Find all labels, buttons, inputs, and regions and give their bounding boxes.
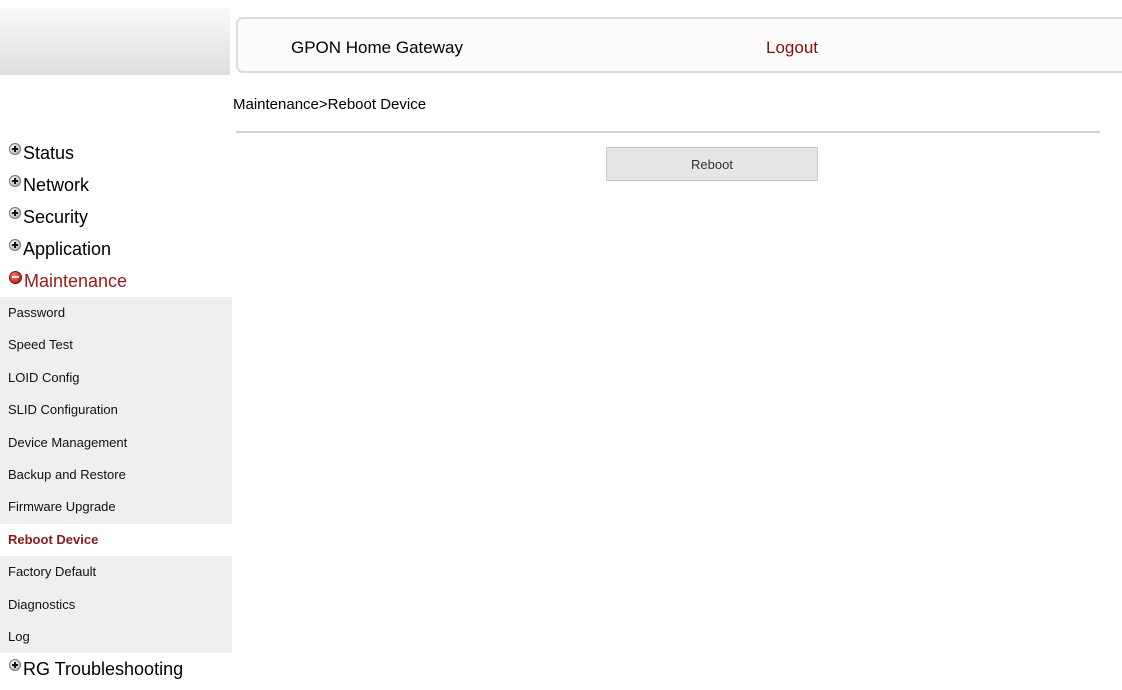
sidebar-item-maintenance[interactable]: Maintenance — [0, 265, 232, 297]
reboot-button[interactable]: Reboot — [606, 147, 818, 181]
submenu-item-speed-test[interactable]: Speed Test — [0, 329, 232, 361]
divider — [236, 131, 1100, 133]
plus-circle-icon — [9, 239, 21, 251]
sidebar-item-status[interactable]: Status — [0, 137, 232, 169]
plus-circle-icon — [9, 175, 21, 187]
logo-area — [0, 8, 230, 75]
header-bar: GPON Home Gateway Logout — [236, 17, 1122, 73]
submenu-item-password[interactable]: Password — [0, 297, 232, 329]
submenu-item-factory-default[interactable]: Factory Default — [0, 556, 232, 588]
plus-circle-icon — [9, 143, 21, 155]
submenu-item-diagnostics[interactable]: Diagnostics — [0, 589, 232, 621]
submenu-item-firmware-upgrade[interactable]: Firmware Upgrade — [0, 491, 232, 523]
sidebar-item-network[interactable]: Network — [0, 169, 232, 201]
sidebar: Status Network Security Application Main… — [0, 137, 232, 685]
sidebar-item-label: RG Troubleshooting — [23, 658, 184, 679]
logout-link[interactable]: Logout — [766, 38, 818, 58]
plus-circle-icon — [9, 659, 21, 672]
submenu-item-slid-configuration[interactable]: SLID Configuration — [0, 394, 232, 426]
submenu-item-reboot-device[interactable]: Reboot Device — [0, 523, 232, 557]
page: GPON Home Gateway Logout Maintenance>Reb… — [0, 0, 1122, 690]
sidebar-item-security[interactable]: Security — [0, 201, 232, 233]
submenu-item-loid-config[interactable]: LOID Config — [0, 362, 232, 394]
app-title: GPON Home Gateway — [291, 38, 463, 57]
breadcrumb: Maintenance>Reboot Device — [233, 96, 427, 113]
plus-circle-icon — [9, 207, 21, 219]
minus-circle-icon — [9, 270, 22, 284]
submenu-item-backup-and-restore[interactable]: Backup and Restore — [0, 459, 232, 491]
maintenance-submenu: Password Speed Test LOID Config SLID Con… — [0, 297, 232, 654]
sidebar-item-label: Application — [23, 238, 112, 259]
sidebar-item-label: Security — [23, 206, 89, 227]
sidebar-item-label: Status — [23, 142, 75, 163]
submenu-item-log[interactable]: Log — [0, 621, 232, 653]
sidebar-item-label: Maintenance — [24, 270, 128, 291]
sidebar-item-label: Network — [23, 174, 90, 195]
sidebar-item-application[interactable]: Application — [0, 233, 232, 265]
submenu-item-device-management[interactable]: Device Management — [0, 427, 232, 459]
sidebar-item-rg-troubleshooting[interactable]: RG Troubleshooting — [0, 653, 232, 685]
